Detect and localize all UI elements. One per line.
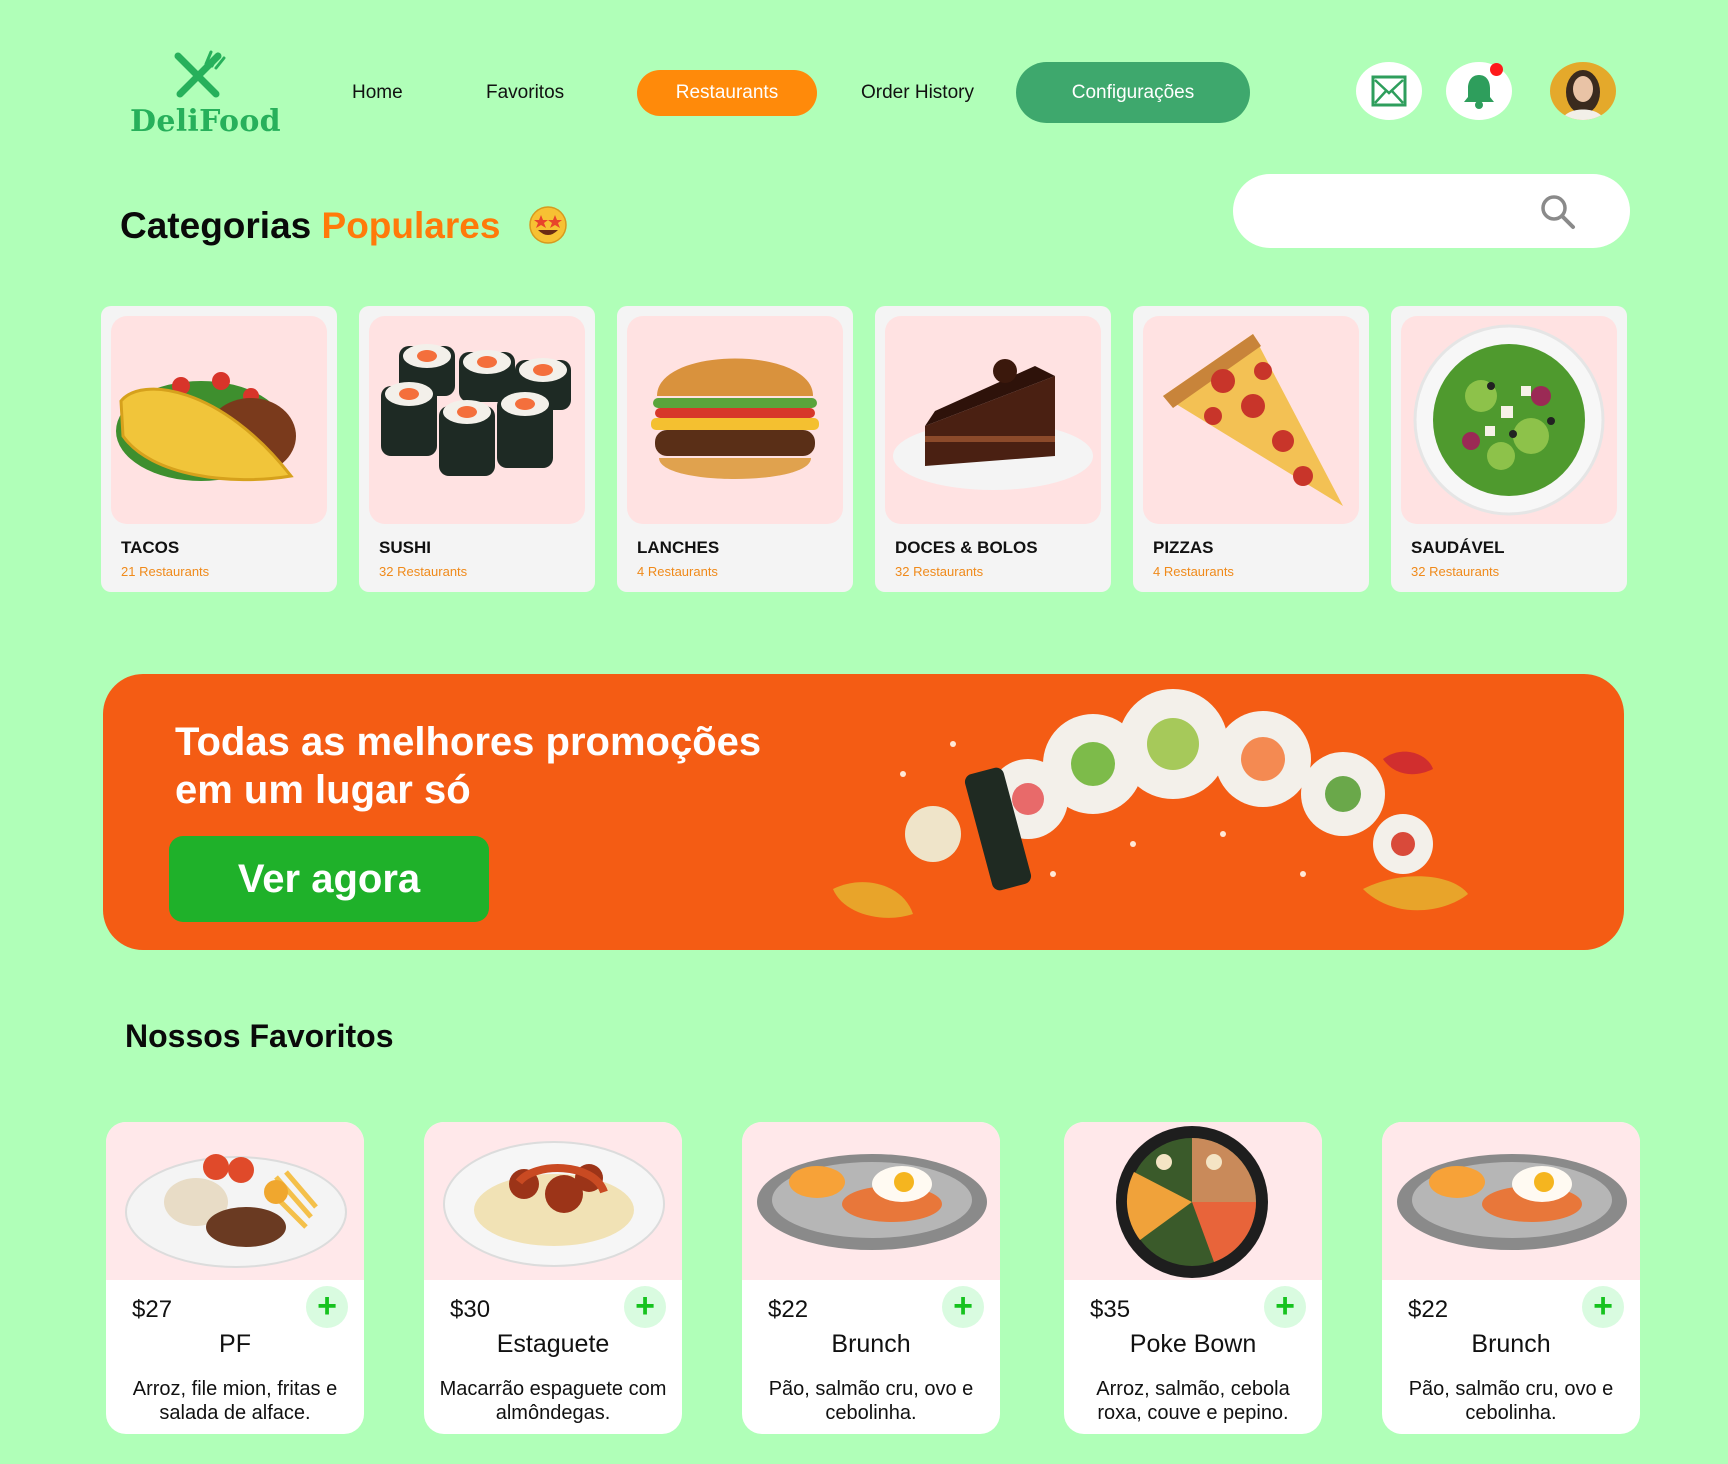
dish-name: PF	[219, 1330, 251, 1358]
spaghetti-image	[424, 1122, 682, 1280]
brunch-image	[1382, 1122, 1640, 1280]
favorite-card-estaguete[interactable]: $30 + Estaguete Macarrão espaguete com a…	[424, 1122, 682, 1434]
favorites-title: Nossos Favoritos	[125, 1018, 394, 1054]
brand-logo[interactable]: DeliFood	[128, 50, 281, 146]
notifications-button[interactable]	[1446, 62, 1512, 120]
favorite-card-poke-bown[interactable]: $35 + Poke Bown Arroz, salmão, cebola ro…	[1064, 1122, 1322, 1434]
nav-order-history[interactable]: Order History	[861, 70, 974, 116]
salad-image	[1401, 316, 1617, 524]
dish-description: Macarrão espaguete com almôndegas.	[439, 1378, 667, 1424]
category-count: 32 Restaurants	[1411, 564, 1500, 579]
nav-restaurants[interactable]: Restaurants	[637, 70, 817, 116]
brand-name: DeliFood	[130, 104, 281, 139]
category-count: 32 Restaurants	[895, 564, 984, 579]
section-title-main: Categorias	[120, 205, 312, 246]
dish-name: Brunch	[831, 1330, 911, 1358]
nav-home[interactable]: Home	[352, 70, 403, 116]
category-count: 21 Restaurants	[121, 564, 210, 579]
section-title: Categorias Populares	[120, 205, 500, 247]
nav-favoritos[interactable]: Favoritos	[486, 70, 564, 116]
dish-description: Pão, salmão cru, ovo e cebolinha.	[1408, 1378, 1614, 1424]
bell-icon	[1464, 75, 1494, 109]
category-card-saudavel[interactable]: SAUDÁVEL 32 Restaurants	[1391, 306, 1627, 592]
add-button[interactable]: +	[1264, 1286, 1306, 1328]
price: $27	[132, 1296, 173, 1323]
category-count: 32 Restaurants	[379, 564, 468, 579]
notification-badge	[1490, 63, 1503, 76]
dish-name: Poke Bown	[1129, 1330, 1257, 1358]
dish-description: Pão, salmão cru, ovo e cebolinha.	[768, 1378, 974, 1424]
search-input[interactable]	[1263, 194, 1543, 228]
sushi-illustration	[833, 689, 1468, 918]
dish-name: Estaguete	[496, 1330, 610, 1358]
cake-image	[885, 316, 1101, 524]
category-card-lanches[interactable]: LANCHES 4 Restaurants	[617, 306, 853, 592]
category-count: 4 Restaurants	[637, 564, 718, 579]
mail-icon	[1371, 75, 1407, 107]
price: $22	[768, 1296, 809, 1323]
add-button[interactable]: +	[624, 1286, 666, 1328]
banner-title: Todas as melhores promoções em um lugar …	[175, 720, 762, 812]
category-card-pizzas[interactable]: PIZZAS 4 Restaurants	[1133, 306, 1369, 592]
dish-description: Arroz, salmão, cebola roxa, couve e pepi…	[1096, 1378, 1290, 1424]
add-button[interactable]: +	[942, 1286, 984, 1328]
promo-banner: Todas as melhores promoções em um lugar …	[103, 674, 1624, 950]
ver-agora-button[interactable]: Ver agora	[169, 836, 489, 922]
brunch-image	[742, 1122, 1000, 1280]
category-count: 4 Restaurants	[1153, 564, 1234, 579]
category-name: DOCES & BOLOS	[895, 538, 1038, 557]
add-button[interactable]: +	[306, 1286, 348, 1328]
price: $35	[1090, 1296, 1131, 1323]
category-card-doces[interactable]: DOCES & BOLOS 32 Restaurants	[875, 306, 1111, 592]
pf-image	[106, 1122, 364, 1280]
star-struck-emoji-icon	[529, 206, 567, 244]
dish-name: Brunch	[1471, 1330, 1551, 1358]
fork-knife-icon	[174, 50, 226, 98]
category-name: SUSHI	[379, 538, 431, 557]
category-name: SAUDÁVEL	[1411, 538, 1505, 557]
burger-image	[627, 316, 843, 524]
category-card-tacos[interactable]: TACOS 21 Restaurants	[101, 306, 337, 592]
add-button[interactable]: +	[1582, 1286, 1624, 1328]
pizza-image	[1143, 316, 1359, 524]
category-card-sushi[interactable]: SUSHI 32 Restaurants	[359, 306, 595, 592]
search-bar[interactable]	[1233, 174, 1630, 248]
price: $30	[450, 1296, 491, 1323]
tacos-image	[111, 316, 327, 524]
mail-button[interactable]	[1356, 62, 1422, 120]
poke-image	[1064, 1122, 1322, 1280]
user-avatar[interactable]	[1550, 62, 1616, 120]
search-icon[interactable]	[1538, 192, 1578, 232]
favorite-card-pf[interactable]: $27 + PF Arroz, file mion, fritas e sala…	[106, 1122, 364, 1434]
favorite-card-brunch[interactable]: $22 + Brunch Pão, salmão cru, ovo e cebo…	[742, 1122, 1000, 1434]
section-title-accent: Populares	[321, 205, 501, 246]
category-name: LANCHES	[637, 538, 720, 557]
sushi-image	[369, 316, 585, 524]
price: $22	[1408, 1296, 1449, 1323]
category-name: TACOS	[121, 538, 180, 557]
dish-description: Arroz, file mion, fritas e salada de alf…	[132, 1378, 338, 1424]
favorite-card-brunch-2[interactable]: $22 + Brunch Pão, salmão cru, ovo e cebo…	[1382, 1122, 1640, 1434]
category-name: PIZZAS	[1153, 538, 1214, 557]
nav-configuracoes[interactable]: Configurações	[1016, 62, 1250, 123]
